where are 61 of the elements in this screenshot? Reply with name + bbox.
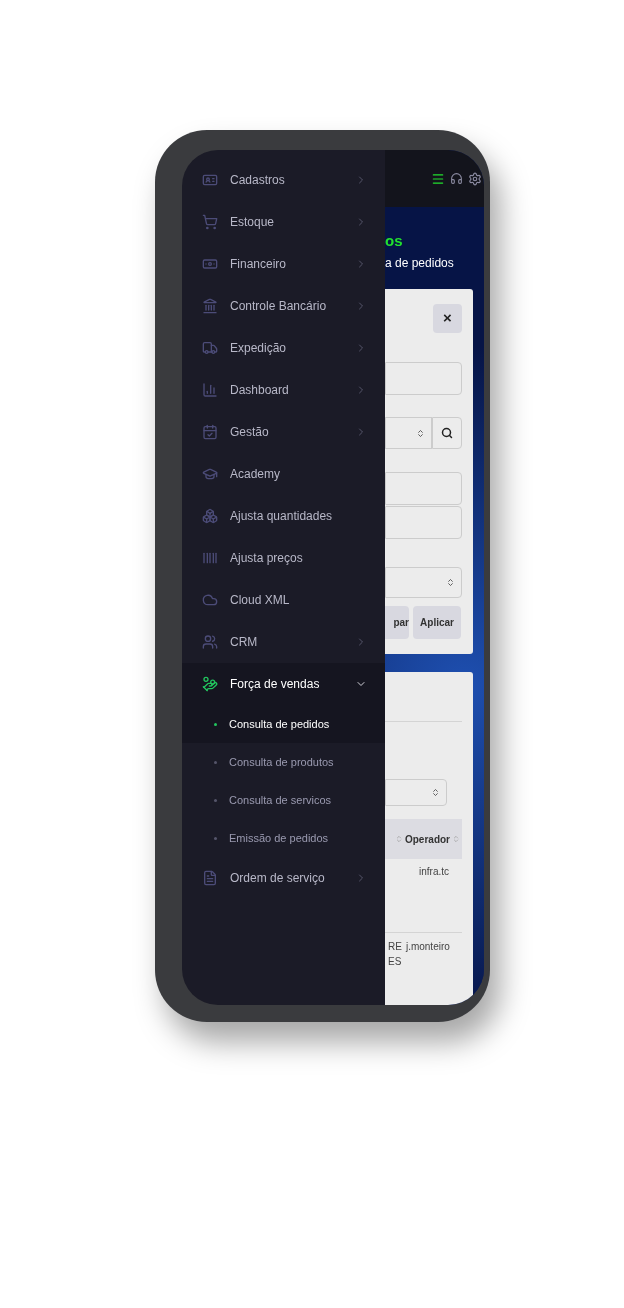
bullet-icon [214, 836, 217, 840]
menu-item[interactable]: Academy [182, 453, 385, 495]
table-cell-text: infra.tc [419, 865, 449, 879]
document-icon [202, 870, 218, 886]
menu-item[interactable]: Cadastros [182, 159, 385, 201]
filter-button[interactable]: Aplicar [413, 606, 461, 639]
menu-item[interactable]: Ordem de serviço [182, 857, 385, 899]
graduation-cap-icon [202, 466, 218, 482]
menu-item[interactable]: Financeiro [182, 243, 385, 285]
menu-item[interactable]: Cloud XML [182, 579, 385, 621]
boxes-icon [202, 508, 218, 524]
select-field[interactable] [385, 779, 447, 806]
menu-item[interactable]: Ajusta quantidades [182, 495, 385, 537]
search-icon [441, 427, 453, 439]
column-header[interactable]: Operador [405, 831, 450, 847]
sort-icon[interactable] [395, 835, 403, 843]
table-cell-text: RE [388, 940, 402, 954]
bar-chart-icon [202, 382, 218, 398]
bullet-icon [214, 722, 217, 726]
truck-icon [202, 340, 218, 356]
select-field[interactable] [385, 417, 432, 449]
sort-icon[interactable] [452, 835, 460, 843]
headset-icon[interactable] [450, 172, 463, 185]
select-field[interactable] [385, 567, 462, 598]
menu-item[interactable]: CRM [182, 621, 385, 663]
bank-icon [202, 298, 218, 314]
page-title: os [385, 233, 404, 248]
select-arrows-icon [416, 428, 425, 438]
cloud-icon [202, 592, 218, 608]
table-cell-text: j.monteiro [405, 940, 450, 954]
settings-icon[interactable] [468, 171, 482, 186]
menu-item[interactable]: Gestão [182, 411, 385, 453]
submenu-item[interactable]: Emissão de pedidos [182, 819, 385, 857]
select-arrows-icon [446, 578, 455, 587]
people-icon [202, 634, 218, 650]
input-field[interactable] [385, 362, 462, 395]
menu-item[interactable]: Força de vendas [182, 663, 385, 705]
close-button[interactable]: × [433, 304, 462, 333]
table-cell-text: ES [388, 955, 402, 969]
menu-icon[interactable] [431, 171, 445, 186]
menu-item[interactable]: Ajusta preços [182, 537, 385, 579]
input-field[interactable] [385, 506, 462, 539]
menu-item[interactable]: Dashboard [182, 369, 385, 411]
bullet-icon [214, 798, 217, 802]
filter-button[interactable]: par [385, 606, 409, 639]
input-field[interactable] [385, 472, 462, 505]
select-arrows-icon [431, 788, 440, 797]
bullet-icon [214, 760, 217, 764]
search-button[interactable] [432, 417, 462, 449]
banknote-icon [202, 256, 218, 272]
cart-icon [202, 214, 218, 230]
menu-item[interactable]: Estoque [182, 201, 385, 243]
hand-coins-icon [202, 676, 218, 692]
page-subtitle: a de pedidos [385, 257, 455, 269]
submenu-item[interactable]: Consulta de servicos [182, 781, 385, 819]
id-card-icon [202, 172, 218, 188]
submenu-item[interactable]: Consulta de produtos [182, 743, 385, 781]
menu-item[interactable]: Expedição [182, 327, 385, 369]
barcode-icon [202, 550, 218, 566]
menu-item[interactable]: Controle Bancário [182, 285, 385, 327]
calendar-check-icon [202, 424, 218, 440]
